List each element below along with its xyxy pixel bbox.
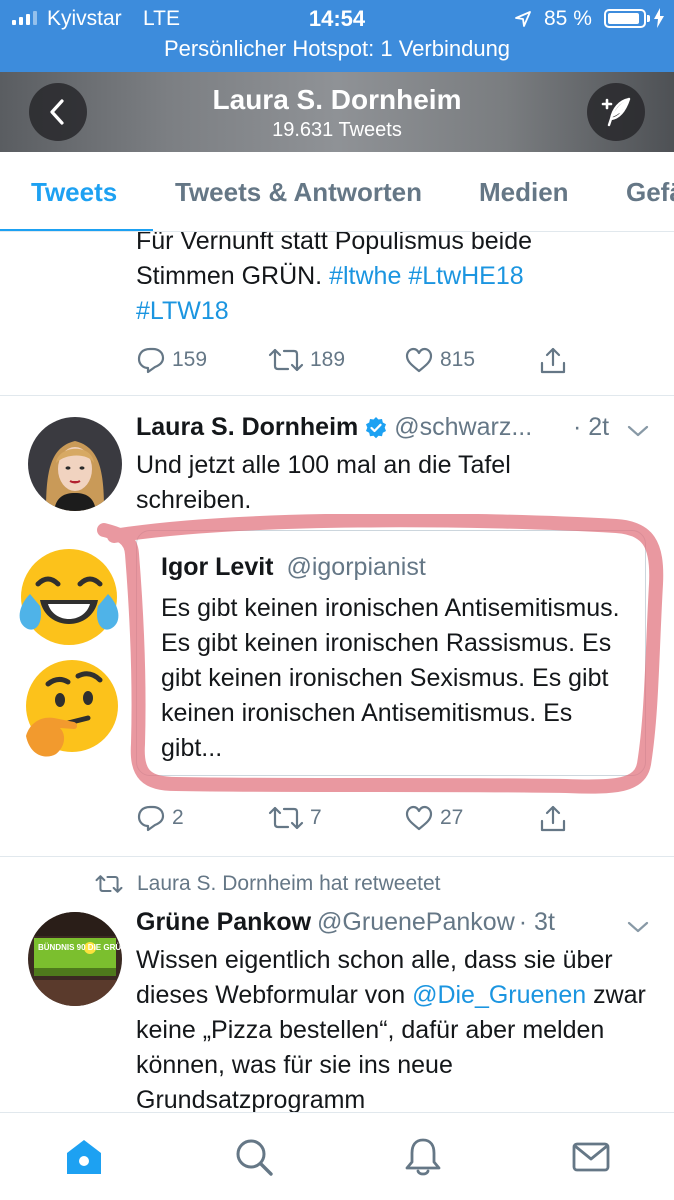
profile-name: Laura S. Dornheim	[212, 84, 462, 115]
verified-badge-icon	[364, 416, 388, 440]
retweeted-by-label[interactable]: Laura S. Dornheim hat retweetet	[137, 872, 441, 896]
reply-button[interactable]: 2	[136, 804, 184, 832]
author-handle[interactable]: @schwarz...	[394, 413, 532, 442]
home-icon[interactable]	[64, 1137, 104, 1177]
tweet-time: · 2t	[573, 413, 610, 441]
bottom-tab-bar	[0, 1112, 674, 1200]
avatar-laura-image	[28, 417, 122, 511]
battery-icon	[604, 9, 650, 28]
bell-icon[interactable]	[403, 1137, 443, 1177]
profile-header: Laura S. Dornheim 19.631 Tweets	[0, 72, 674, 152]
like-button[interactable]: 27	[404, 804, 463, 832]
share-icon	[540, 805, 566, 832]
share-button[interactable]	[538, 804, 568, 834]
like-button[interactable]: 815	[404, 346, 475, 374]
quoted-tweet[interactable]: Igor Levit @igorpianist Es gibt keinen i…	[136, 530, 646, 776]
avatar-gruene-image: BÜNDNIS 90 DIE GRÜNEN	[28, 912, 122, 1006]
tweet-text: Und jetzt alle 100 mal an die Tafel schr…	[136, 451, 511, 514]
tweet-author-row: Laura S. Dornheim @schwarz...	[136, 413, 532, 442]
tweet-author-row: Grüne Pankow @GruenePankow · 3t	[136, 908, 555, 937]
retweet-count: 7	[310, 806, 322, 829]
mail-icon[interactable]	[571, 1137, 611, 1177]
tweet-actions: 159 189 815	[136, 346, 576, 380]
author-name[interactable]: Grüne Pankow	[136, 908, 311, 937]
tweet-text: Für Vernunft statt Populismus beide Stim…	[136, 232, 656, 329]
retweet-icon	[268, 348, 304, 372]
battery-percent: 85 %	[544, 7, 592, 30]
tweet-text-line: #LTW18	[136, 294, 656, 329]
quoted-author-name: Igor Levit	[161, 553, 274, 581]
retweet-small-icon	[95, 875, 123, 893]
avatar-sign-text: BÜNDNIS 90 DIE GRÜNEN	[38, 943, 122, 952]
hashtag-link[interactable]: #LtwHE18	[408, 262, 523, 290]
quoted-author-handle: @igorpianist	[286, 553, 426, 581]
compose-feather-icon	[601, 97, 631, 127]
profile-tabs: Tweets Tweets & Antworten Medien Gefä	[0, 152, 674, 232]
tweet-text-line: Für Vernunft statt Populismus beide	[136, 232, 533, 255]
timeline: Für Vernunft statt Populismus beide Stim…	[0, 232, 674, 1112]
retweet-button[interactable]: 7	[268, 804, 322, 832]
tweet-text: Wissen eigentlich schon alle, dass sie ü…	[136, 943, 648, 1112]
heart-icon	[405, 347, 433, 373]
share-button[interactable]	[538, 346, 568, 376]
search-icon[interactable]	[234, 1137, 274, 1177]
reply-count: 2	[172, 806, 184, 829]
hashtag-link[interactable]: #LTW18	[136, 297, 229, 325]
reply-count: 159	[172, 348, 208, 371]
author-name[interactable]: Laura S. Dornheim	[136, 413, 358, 442]
thinking-face-emoji-icon	[26, 660, 118, 757]
mention-link[interactable]: @Die_Gruenen	[412, 981, 586, 1009]
quoted-tweet-text: Es gibt keinen ironischen Antisemitismus…	[161, 594, 620, 762]
tweet-actions: 2 7 27	[136, 804, 576, 838]
chevron-down-icon[interactable]	[626, 920, 650, 934]
tweet-count: 19.631 Tweets	[272, 119, 402, 141]
share-icon	[540, 347, 566, 374]
like-count: 27	[440, 806, 464, 829]
compose-tweet-button[interactable]	[587, 83, 645, 141]
retweet-count: 189	[310, 348, 346, 371]
tab-likes[interactable]: Gefä	[626, 177, 674, 208]
tweet-text-line: Stimmen GRÜN. #ltwhe #LtwHE18	[136, 259, 656, 294]
tab-media[interactable]: Medien	[479, 177, 569, 208]
tweet-divider	[0, 856, 674, 857]
avatar[interactable]: BÜNDNIS 90 DIE GRÜNEN	[28, 912, 122, 1006]
status-bar: Kyivstar LTE 14:54 85 %	[0, 0, 674, 36]
chevron-down-icon[interactable]	[626, 424, 650, 438]
reply-icon	[137, 805, 165, 832]
reply-icon	[137, 347, 165, 374]
tweet-text-fragment: Stimmen GRÜN.	[136, 262, 330, 290]
charging-bolt-icon	[654, 8, 664, 28]
avatar[interactable]	[28, 417, 122, 511]
tweet-time: · 3t	[518, 908, 555, 936]
tweet-divider	[0, 395, 674, 396]
like-count: 815	[440, 348, 476, 371]
hotspot-banner[interactable]: Persönlicher Hotspot: 1 Verbindung	[0, 36, 674, 62]
location-arrow-icon	[515, 11, 531, 27]
tab-tweets[interactable]: Tweets	[31, 177, 117, 208]
quoted-author-row: Igor Levit @igorpianist	[161, 553, 426, 582]
retweet-button[interactable]: 189	[268, 346, 345, 374]
tab-tweets-replies[interactable]: Tweets & Antworten	[175, 177, 422, 208]
tears-of-joy-emoji-icon	[19, 549, 119, 645]
heart-icon	[405, 805, 433, 831]
retweet-icon	[268, 806, 304, 830]
hashtag-link[interactable]: #ltwhe	[329, 262, 401, 290]
reply-button[interactable]: 159	[136, 346, 207, 374]
author-handle[interactable]: @GruenePankow	[317, 908, 515, 937]
status-area: Kyivstar LTE 14:54 85 % Persönlicher Hot…	[0, 0, 674, 72]
retweet-context: Laura S. Dornheim hat retweetet	[95, 872, 441, 896]
